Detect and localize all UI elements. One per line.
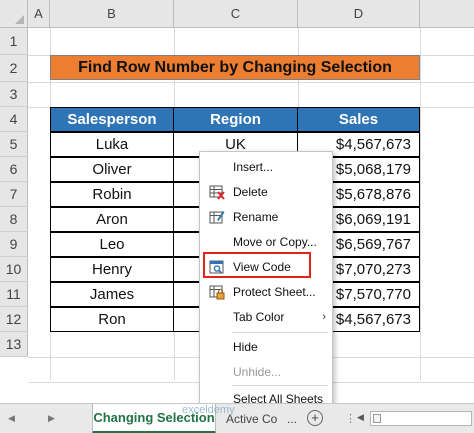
row-header-10[interactable]: 10 (0, 257, 28, 282)
sheet-title-cell[interactable]: Find Row Number by Changing Selection (50, 55, 420, 80)
rename-sheet-icon (208, 208, 225, 225)
menu-item-tab-color[interactable]: Tab Color › (200, 304, 332, 329)
row-header-9[interactable]: 9 (0, 232, 28, 257)
gridline (420, 28, 421, 380)
menu-item-hide[interactable]: Hide (200, 334, 332, 359)
column-header-e[interactable] (420, 0, 474, 28)
tab-splitter-handle[interactable]: ⋮ (345, 412, 356, 425)
column-header-a[interactable]: A (28, 0, 50, 28)
header-salesperson[interactable]: Salesperson (50, 107, 174, 132)
header-region[interactable]: Region (173, 107, 298, 132)
column-header-d[interactable]: D (298, 0, 420, 28)
menu-separator (232, 332, 328, 333)
sheet-tab-context-menu: Insert... Delete Rename Move or Copy... … (199, 151, 333, 410)
table-cell[interactable]: Leo (50, 232, 174, 257)
add-sheet-button[interactable]: + (307, 410, 323, 426)
menu-item-unhide: Unhide... (233, 364, 282, 379)
select-all-corner[interactable] (0, 0, 28, 28)
row-header-1[interactable]: 1 (0, 28, 28, 55)
watermark-logo: exceldemy (182, 404, 235, 416)
table-cell[interactable]: Henry (50, 257, 174, 282)
row-header-12[interactable]: 12 (0, 307, 28, 332)
row-header-4[interactable]: 4 (0, 107, 28, 132)
menu-item-move-or-copy[interactable]: Move or Copy... (200, 229, 332, 254)
menu-item-rename[interactable]: Rename (200, 204, 332, 229)
column-header-c[interactable]: C (174, 0, 298, 28)
row-header-11[interactable]: 11 (0, 282, 28, 307)
submenu-arrow-icon: › (322, 310, 326, 323)
header-sales[interactable]: Sales (297, 107, 420, 132)
row-header-7[interactable]: 7 (0, 182, 28, 207)
scroll-tabs-left-button[interactable]: ◀ (8, 413, 15, 424)
column-header-b[interactable]: B (50, 0, 174, 28)
row-header-2[interactable]: 2 (0, 55, 28, 82)
view-code-highlight-box (203, 252, 311, 278)
horizontal-scrollbar[interactable]: ◀ (357, 411, 472, 426)
table-cell[interactable]: Luka (50, 132, 174, 157)
gridline (28, 82, 474, 83)
delete-sheet-icon (208, 183, 225, 200)
protect-sheet-icon (208, 283, 225, 300)
more-sheets-button[interactable]: ... (287, 412, 297, 426)
table-cell[interactable]: James (50, 282, 174, 307)
menu-item-delete[interactable]: Delete (200, 179, 332, 204)
scroll-tabs-right-button[interactable]: ▶ (48, 413, 55, 424)
row-header-13[interactable]: 13 (0, 332, 28, 357)
row-header-8[interactable]: 8 (0, 207, 28, 232)
sheet-tabs-bar: ◀ ▶ Changing Selection Active Co ... + ⋮… (0, 403, 474, 433)
menu-item-protect-sheet[interactable]: Protect Sheet... (200, 279, 332, 304)
row-header-6[interactable]: 6 (0, 157, 28, 182)
table-cell[interactable]: Ron (50, 307, 174, 332)
row-header-3[interactable]: 3 (0, 82, 28, 107)
scrollbar-thumb[interactable] (373, 414, 381, 423)
scroll-left-arrow-icon[interactable]: ◀ (357, 412, 364, 423)
table-cell[interactable]: Oliver (50, 157, 174, 182)
row-header-5[interactable]: 5 (0, 132, 28, 157)
menu-item-insert[interactable]: Insert... (200, 154, 332, 179)
table-cell[interactable]: Robin (50, 182, 174, 207)
table-cell[interactable]: Aron (50, 207, 174, 232)
